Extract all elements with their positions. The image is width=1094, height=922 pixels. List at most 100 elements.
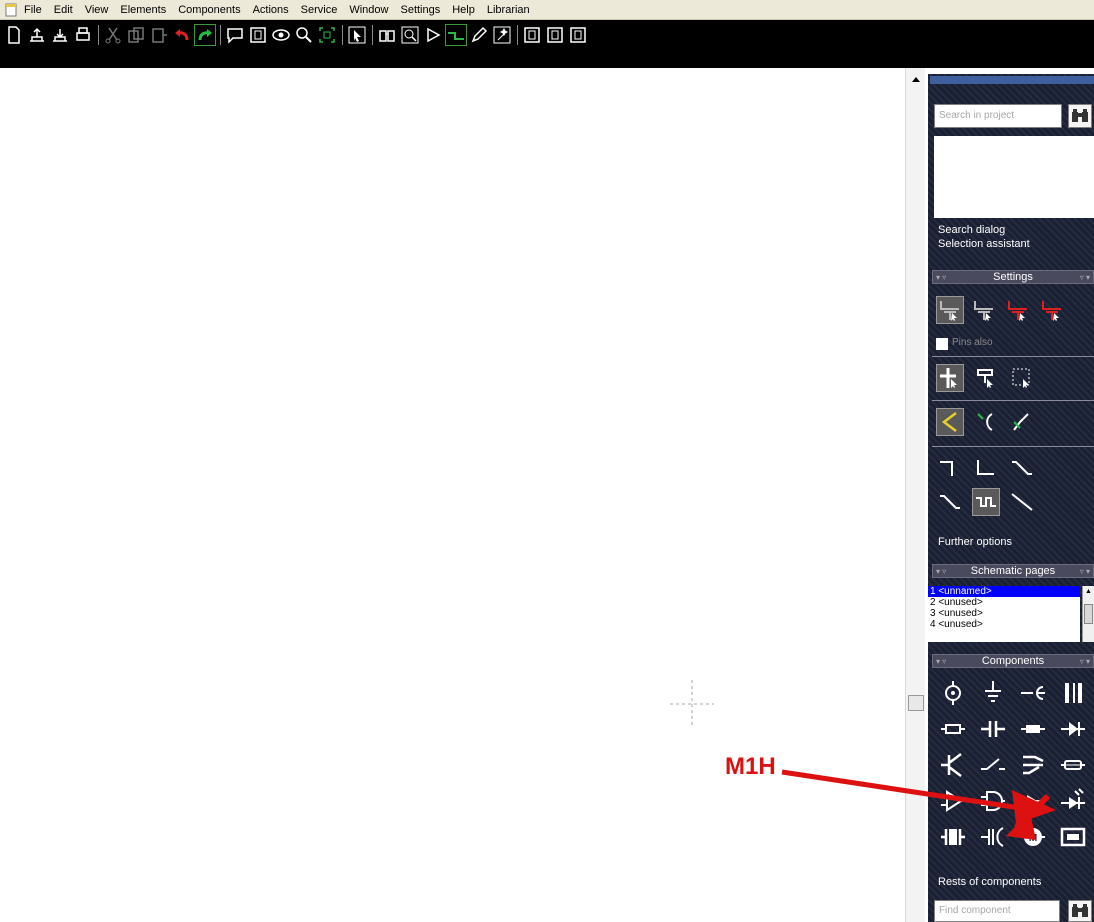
schematic-canvas[interactable] — [0, 68, 905, 922]
arc-mode-button[interactable] — [972, 408, 1000, 436]
app-icon — [5, 3, 17, 17]
resistor-icon[interactable] — [938, 714, 968, 744]
select-pointer-button[interactable] — [346, 24, 368, 46]
menu-settings[interactable]: Settings — [400, 4, 440, 16]
wire-diagonal-2-button[interactable] — [936, 488, 964, 516]
collapse-chevron-icon: ▿ ▾ — [1079, 657, 1090, 666]
collapse-chevron-icon: ▿ ▾ — [1079, 273, 1090, 282]
selection-assistant-link[interactable]: Selection assistant — [938, 238, 1030, 250]
place-cross-button[interactable] — [936, 364, 964, 392]
menu-edit[interactable]: Edit — [54, 4, 73, 16]
page-view-3-button[interactable] — [567, 24, 589, 46]
components-header[interactable]: ▾ ▿ Components ▿ ▾ — [932, 654, 1094, 668]
page-item-1[interactable]: 1 <unnamed> — [928, 586, 1080, 597]
page-item-3[interactable]: 3 <unused> — [928, 608, 1080, 619]
rests-of-components-link[interactable]: Rests of components — [938, 876, 1041, 888]
battery-icon[interactable] — [1058, 678, 1088, 708]
menu-help[interactable]: Help — [452, 4, 475, 16]
menu-file[interactable]: File — [24, 4, 42, 16]
menu-service[interactable]: Service — [301, 4, 338, 16]
toolbar-separator — [517, 25, 518, 45]
pin-mode-1-button[interactable] — [936, 296, 964, 324]
new-file-button[interactable] — [3, 24, 25, 46]
pin-mode-4-button[interactable] — [1038, 296, 1066, 324]
page-view-1-button[interactable] — [521, 24, 543, 46]
menu-view[interactable]: View — [85, 4, 109, 16]
pin-mode-2-button[interactable] — [970, 296, 998, 324]
ground-icon[interactable] — [978, 678, 1008, 708]
voltage-source-icon[interactable] — [938, 678, 968, 708]
components-header-label: Components — [981, 655, 1045, 667]
pin-mode-3-button[interactable] — [1004, 296, 1032, 324]
wire-right-angle-1-button[interactable] — [936, 454, 964, 482]
redo-button[interactable] — [194, 24, 216, 46]
menu-actions[interactable]: Actions — [253, 4, 289, 16]
simulate-button[interactable] — [422, 24, 444, 46]
scrollbar-thumb[interactable] — [908, 695, 924, 711]
binoculars-icon[interactable] — [1068, 104, 1092, 128]
menu-librarian[interactable]: Librarian — [487, 4, 530, 16]
save-file-button[interactable] — [49, 24, 71, 46]
connector-icon[interactable] — [1018, 678, 1048, 708]
wire-step-button[interactable] — [972, 488, 1000, 516]
undo-button[interactable] — [171, 24, 193, 46]
pin-mode-row — [936, 296, 1072, 324]
open-file-button[interactable] — [26, 24, 48, 46]
crosshair-cursor — [670, 680, 714, 728]
scroll-up-arrow-icon[interactable] — [910, 74, 922, 84]
zoom-fit-button[interactable] — [316, 24, 338, 46]
schematic-pages-header[interactable]: ▾ ▿ Schematic pages ▿ ▾ — [932, 564, 1094, 578]
binoculars-icon[interactable] — [1068, 900, 1092, 922]
place-component-button[interactable] — [972, 364, 1000, 392]
page-view-2-button[interactable] — [544, 24, 566, 46]
find-component-input[interactable]: Find component — [934, 900, 1060, 922]
schematic-pages-list[interactable]: 1 <unnamed> 2 <unused> 3 <unused> 4 <unu… — [928, 586, 1080, 642]
menu-components[interactable]: Components — [178, 4, 240, 16]
wire-style-row-2 — [936, 488, 1048, 516]
collapse-chevron-icon: ▾ ▿ — [936, 567, 947, 576]
search-results-box[interactable] — [934, 136, 1094, 218]
cut-button[interactable] — [102, 24, 124, 46]
bezier-mode-button[interactable] — [1008, 408, 1036, 436]
find-binoculars-button[interactable] — [376, 24, 398, 46]
probe-button[interactable] — [399, 24, 421, 46]
angle-mode-button[interactable] — [936, 408, 964, 436]
fuse-icon[interactable] — [1018, 714, 1048, 744]
page-item-4[interactable]: 4 <unused> — [928, 619, 1080, 630]
schematic-pages-header-label: Schematic pages — [970, 565, 1056, 577]
pages-list-scrollbar[interactable]: ▲ — [1082, 586, 1094, 642]
comment-button[interactable] — [224, 24, 246, 46]
collapse-chevron-icon: ▾ ▿ — [936, 273, 947, 282]
zoom-button[interactable] — [293, 24, 315, 46]
place-grid-button[interactable] — [1008, 364, 1036, 392]
copy-button[interactable] — [125, 24, 147, 46]
capacitor-icon[interactable] — [978, 714, 1008, 744]
scroll-up-arrow-icon[interactable]: ▲ — [1085, 588, 1092, 595]
wire-mode-button[interactable] — [445, 24, 467, 46]
wire-right-angle-2-button[interactable] — [972, 454, 1000, 482]
diode-icon[interactable] — [1058, 714, 1088, 744]
paste-button[interactable] — [148, 24, 170, 46]
print-button[interactable] — [72, 24, 94, 46]
menu-window[interactable]: Window — [349, 4, 388, 16]
pins-also-label: Pins also — [952, 337, 993, 348]
pins-also-checkbox[interactable] — [936, 338, 948, 350]
pages-scroll-thumb[interactable] — [1084, 604, 1093, 624]
search-in-project-input[interactable]: Search in project — [934, 104, 1062, 128]
annotation-arrow — [781, 769, 1056, 840]
wire-straight-button[interactable] — [1008, 488, 1036, 516]
settings-header[interactable]: ▾ ▿ Settings ▿ ▾ — [932, 270, 1094, 284]
toolbar-row — [0, 22, 590, 48]
page-item-2[interactable]: 2 <unused> — [928, 597, 1080, 608]
search-dialog-link[interactable]: Search dialog — [938, 224, 1005, 236]
wire-diagonal-1-button[interactable] — [1008, 454, 1036, 482]
view-eye-button[interactable] — [270, 24, 292, 46]
toolbar-separator — [372, 25, 373, 45]
toolbar — [0, 20, 1094, 68]
menu-elements[interactable]: Elements — [120, 4, 166, 16]
placement-mode-row — [936, 364, 1048, 392]
page-button[interactable] — [247, 24, 269, 46]
draw-pencil-button[interactable] — [468, 24, 490, 46]
magic-tool-button[interactable] — [491, 24, 513, 46]
further-options-link[interactable]: Further options — [938, 536, 1012, 548]
